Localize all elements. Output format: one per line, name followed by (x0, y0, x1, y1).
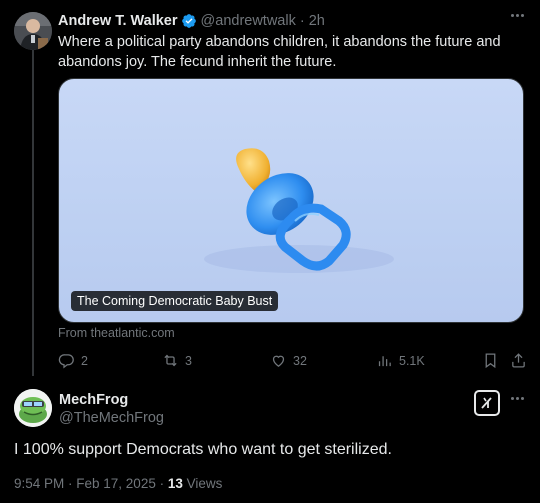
reply-button[interactable]: 2 (58, 352, 88, 369)
reply-author-handle[interactable]: @TheMechFrog (59, 410, 164, 426)
like-icon (272, 355, 285, 367)
bookmark-button[interactable] (482, 352, 499, 369)
repost-icon (164, 354, 177, 367)
separator-dot: · (299, 13, 305, 29)
tweet-time[interactable]: 2h (309, 13, 325, 29)
grok-button[interactable] (474, 390, 500, 416)
author-name[interactable]: Andrew T. Walker (58, 13, 178, 29)
views-button[interactable]: 5.1K (376, 352, 425, 369)
tweet-meta: 9:54 PM · Feb 17, 2025 · 13 Views (14, 476, 222, 491)
grok-icon (481, 397, 492, 409)
pacifier-image (204, 148, 394, 273)
action-bar: 2 3 32 5.1K (58, 352, 528, 372)
card-source[interactable]: From theatlantic.com (58, 326, 175, 340)
share-icon (512, 353, 525, 368)
like-count: 32 (293, 353, 307, 368)
more-icon (509, 10, 526, 21)
views-number: 13 (167, 476, 183, 491)
parent-tweet-header: Andrew T. Walker @andrewtwalk · 2h (58, 12, 325, 30)
repost-button[interactable]: 3 (162, 352, 192, 369)
card-headline: The Coming Democratic Baby Bust (71, 291, 279, 311)
views-label: Views (182, 476, 223, 491)
repost-count: 3 (185, 353, 192, 368)
bookmark-icon (485, 353, 496, 369)
like-button[interactable]: 32 (270, 352, 307, 369)
more-button[interactable] (509, 10, 526, 21)
reply-icon (58, 354, 74, 369)
views-count: 5.1K (399, 353, 425, 368)
link-card[interactable]: The Coming Democratic Baby Bust (58, 78, 524, 323)
verified-badge-icon (181, 14, 196, 28)
tweet-timestamp[interactable]: 9:54 PM · Feb 17, 2025 · (14, 476, 168, 491)
reply-more-button[interactable] (509, 393, 526, 404)
author-avatar[interactable] (14, 12, 52, 50)
reply-count: 2 (81, 353, 88, 368)
thread-connector-line (32, 50, 34, 376)
author-handle[interactable]: @andrewtwalk (201, 13, 296, 29)
parent-tweet-text: Where a political party abandons childre… (58, 34, 501, 70)
reply-tweet-text: I 100% support Democrats who want to get… (14, 441, 392, 458)
views-icon (378, 356, 391, 367)
reply-author-name[interactable]: MechFrog (59, 392, 128, 408)
reply-author-avatar[interactable] (14, 389, 52, 427)
share-button[interactable] (510, 352, 527, 369)
more-icon (509, 393, 526, 404)
